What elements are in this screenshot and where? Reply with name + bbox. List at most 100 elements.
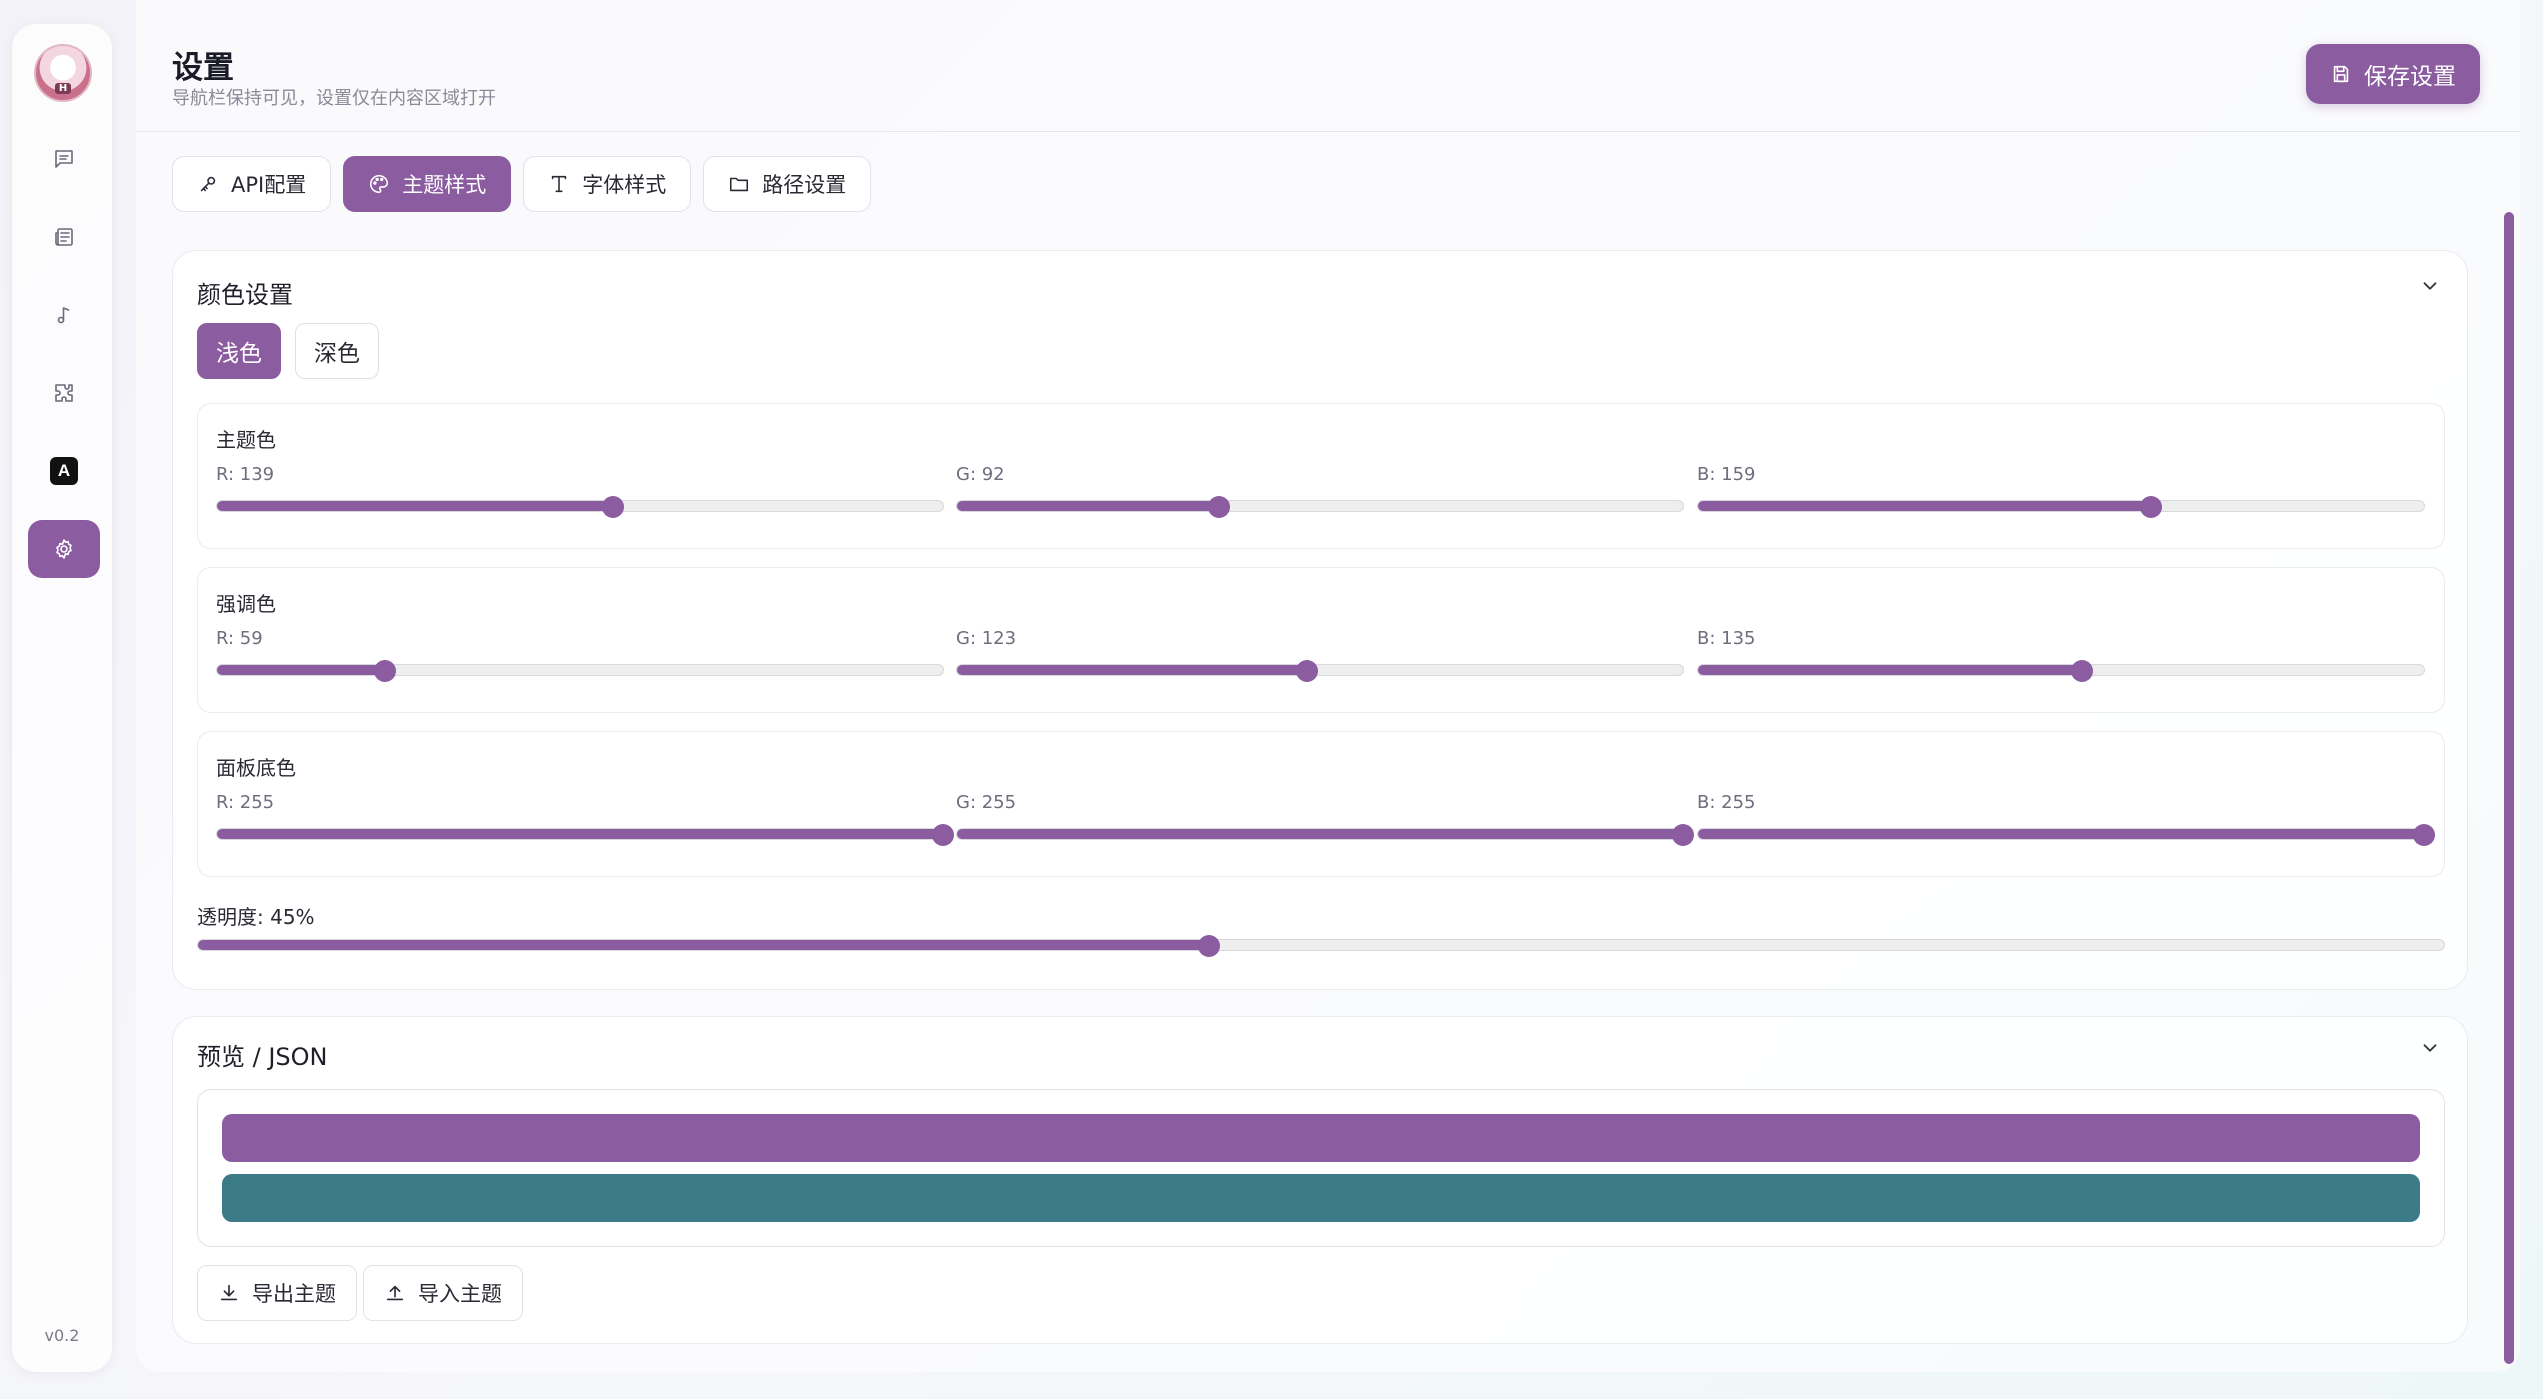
theme-preview-box xyxy=(197,1089,2445,1247)
panel-bg-color-group: 面板底色 R: 255 G: 255 B: 255 xyxy=(197,731,2445,877)
slider-thumb[interactable] xyxy=(932,824,954,846)
sidebar-item-chat[interactable] xyxy=(28,130,100,188)
slider-track[interactable] xyxy=(216,660,944,682)
accent-b-slider[interactable]: B: 135 xyxy=(1697,628,2425,682)
tab-path-settings[interactable]: 路径设置 xyxy=(703,156,872,212)
export-theme-button[interactable]: 导出主题 xyxy=(197,1265,357,1321)
tab-label: 字体样式 xyxy=(582,173,667,197)
accent-color-group: 强调色 R: 59 G: 123 B: 135 xyxy=(197,567,2445,713)
music-note-icon xyxy=(57,307,70,324)
type-icon xyxy=(552,175,567,193)
panel-g-slider[interactable]: G: 255 xyxy=(956,792,1694,846)
slider-track[interactable] xyxy=(956,660,1684,682)
accent-g-slider[interactable]: G: 123 xyxy=(956,628,1684,682)
message-square-icon xyxy=(55,150,73,168)
puzzle-icon xyxy=(55,384,73,402)
accent-color-swatch xyxy=(222,1174,2420,1222)
folder-icon xyxy=(730,177,749,192)
theme-r-slider[interactable]: R: 139 xyxy=(216,464,944,518)
theme-g-slider[interactable]: G: 92 xyxy=(956,464,1684,518)
slider-track[interactable] xyxy=(956,496,1684,518)
slider-label: R: 59 xyxy=(216,628,263,649)
slider-thumb[interactable] xyxy=(373,660,396,682)
panel-b-slider[interactable]: B: 255 xyxy=(1697,792,2435,846)
save-settings-button[interactable]: 保存设置 xyxy=(2306,44,2480,104)
slider-fill xyxy=(957,829,1683,839)
tab-font-style[interactable]: 字体样式 xyxy=(523,156,692,212)
slider-fill xyxy=(198,940,1209,950)
slider-thumb[interactable] xyxy=(1296,660,1319,682)
slider-label: R: 139 xyxy=(216,464,275,485)
sidebar: H A v0.2 xyxy=(12,24,112,1372)
slider-track[interactable] xyxy=(1697,824,2435,846)
slider-thumb[interactable] xyxy=(1207,496,1230,518)
import-theme-label: 导入主题 xyxy=(418,1282,502,1306)
slider-track[interactable] xyxy=(1697,660,2425,682)
slider-label: B: 255 xyxy=(1697,792,1756,813)
theme-color-group: 主题色 R: 139 G: 92 B: 159 xyxy=(197,403,2445,549)
slider-label: B: 159 xyxy=(1697,464,1756,485)
slider-fill xyxy=(1698,829,2424,839)
content-scrollbar[interactable] xyxy=(2504,212,2514,1364)
slider-track[interactable] xyxy=(216,496,944,518)
chevron-down-icon[interactable] xyxy=(2419,1037,2441,1059)
sidebar-item-notes[interactable] xyxy=(28,208,100,266)
opacity-label: 透明度: 45% xyxy=(197,905,315,929)
slider-thumb[interactable] xyxy=(2139,496,2162,518)
slider-track[interactable] xyxy=(956,824,1694,846)
export-theme-label: 导出主题 xyxy=(252,1282,336,1306)
slider-track[interactable] xyxy=(216,824,954,846)
opacity-slider[interactable] xyxy=(197,935,2445,957)
chevron-down-icon[interactable] xyxy=(2419,275,2441,297)
primary-color-swatch xyxy=(222,1114,2420,1162)
slider-thumb[interactable] xyxy=(2071,660,2094,682)
slider-fill xyxy=(217,829,943,839)
slider-track[interactable] xyxy=(1697,496,2425,518)
sidebar-item-music[interactable] xyxy=(28,286,100,344)
slider-label: G: 255 xyxy=(956,792,1017,813)
a-badge-icon: A xyxy=(50,457,78,485)
sidebar-item-settings[interactable] xyxy=(28,520,100,578)
panel-r-slider[interactable]: R: 255 xyxy=(216,792,954,846)
page-subtitle: 导航栏保持可见，设置仅在内容区域打开 xyxy=(172,88,496,109)
slider-thumb[interactable] xyxy=(1197,935,1220,957)
slider-fill xyxy=(957,501,1219,511)
save-settings-label: 保存设置 xyxy=(2364,63,2456,89)
dark-mode-label: 深色 xyxy=(314,341,360,367)
page-header: 设置 导航栏保持可见，设置仅在内容区域打开 保存设置 xyxy=(136,0,2520,132)
import-theme-button[interactable]: 导入主题 xyxy=(363,1265,523,1321)
gear-icon xyxy=(56,539,72,559)
preview-title: 预览 / JSON xyxy=(197,1043,328,1071)
slider-label: B: 135 xyxy=(1697,628,1756,649)
avatar[interactable]: H xyxy=(34,44,92,102)
upload-icon xyxy=(386,1285,404,1301)
settings-tabs: API配置 主题样式 字体样式 路径设置 xyxy=(172,156,872,212)
slider-label: R: 255 xyxy=(216,792,275,813)
tab-label: 主题样式 xyxy=(402,173,487,197)
group-label: 主题色 xyxy=(216,428,276,452)
accent-r-slider[interactable]: R: 59 xyxy=(216,628,944,682)
save-icon xyxy=(2333,65,2349,83)
group-label: 强调色 xyxy=(216,592,276,616)
download-icon xyxy=(220,1284,238,1301)
slider-label: G: 123 xyxy=(956,628,1017,649)
preview-card: 预览 / JSON 导出主题 导入主题 xyxy=(172,1016,2468,1344)
theme-b-slider[interactable]: B: 159 xyxy=(1697,464,2425,518)
color-settings-title: 颜色设置 xyxy=(197,281,293,309)
tab-label: API配置 xyxy=(231,173,307,197)
slider-fill xyxy=(1698,501,2151,511)
sidebar-item-font[interactable]: A xyxy=(28,442,100,500)
tab-label: 路径设置 xyxy=(762,173,847,197)
slider-thumb[interactable] xyxy=(601,496,624,518)
slider-thumb[interactable] xyxy=(1672,824,1694,846)
tab-api-config[interactable]: API配置 xyxy=(172,156,332,212)
dark-mode-button[interactable]: 深色 xyxy=(295,323,379,379)
light-mode-button[interactable]: 浅色 xyxy=(197,323,281,379)
slider-thumb[interactable] xyxy=(2413,824,2435,846)
color-settings-card: 颜色设置 浅色 深色 主题色 R: 139 G: 92 B: 159 强调色 R… xyxy=(172,250,2468,990)
tab-theme-style[interactable]: 主题样式 xyxy=(343,156,512,212)
page-title: 设置 xyxy=(172,50,234,86)
newspaper-icon xyxy=(55,228,73,246)
key-icon xyxy=(200,176,216,192)
sidebar-item-plugins[interactable] xyxy=(28,364,100,422)
